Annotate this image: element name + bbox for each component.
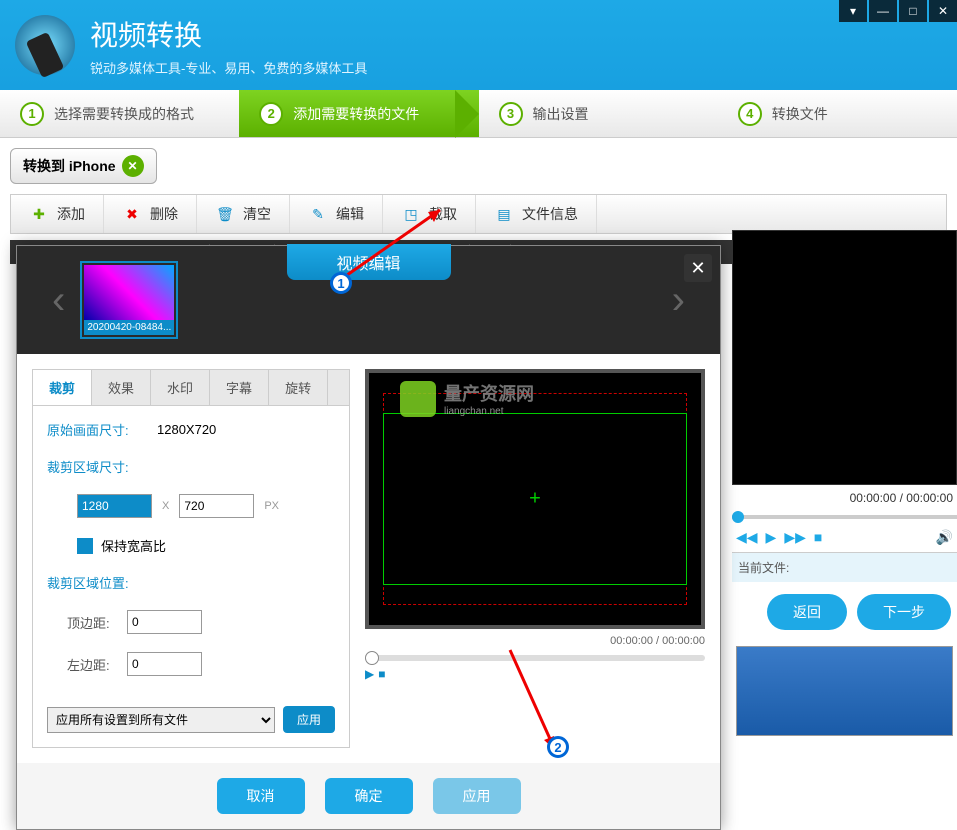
dialog-close-button[interactable]: ✕ — [684, 254, 712, 282]
stop-icon[interactable]: ■ — [378, 667, 385, 681]
crop-panel: 原始画面尺寸: 1280X720 裁剪区域尺寸: X PX 保持宽高比 裁剪区域… — [32, 406, 350, 748]
step-2[interactable]: 2添加需要转换的文件 — [239, 90, 478, 137]
watermark-icon — [400, 381, 436, 417]
app-logo-icon — [15, 15, 75, 75]
minimize-icon[interactable]: — — [869, 0, 897, 22]
video-preview — [732, 230, 957, 485]
step-3[interactable]: 3输出设置 — [479, 90, 718, 137]
cancel-button[interactable]: 取消 — [217, 778, 305, 814]
orig-size-label: 原始画面尺寸: — [47, 420, 157, 439]
play-icon[interactable]: ▶ — [766, 529, 777, 546]
app-header: 视频转换 锐动多媒体工具-专业、易用、免费的多媒体工具 ▾ — □ ✕ — [0, 0, 957, 90]
next-button[interactable]: 下一步 — [857, 594, 951, 630]
maximize-icon[interactable]: □ — [899, 0, 927, 22]
tab-subtitle[interactable]: 字幕 — [210, 370, 269, 405]
annotation-2: 2 — [547, 736, 569, 758]
play-icon[interactable]: ▶ — [365, 667, 374, 681]
preview-thumbnail — [736, 646, 953, 736]
rewind-icon[interactable]: ◀◀ — [736, 529, 758, 546]
preview-panel: 00:00:00 / 00:00:00 ◀◀ ▶ ▶▶ ■ 🔊 当前文件: 返回… — [732, 230, 957, 740]
edit-tabs: 裁剪 效果 水印 字幕 旋转 — [32, 369, 350, 406]
dialog-buttons: 取消 确定 应用 — [17, 763, 720, 829]
top-margin-label: 顶边距: — [67, 613, 127, 632]
video-time: 00:00:00 / 00:00:00 — [732, 485, 957, 511]
close-icon[interactable]: ✕ — [929, 0, 957, 22]
dropdown-icon[interactable]: ▾ — [839, 0, 867, 22]
aspect-ratio-checkbox[interactable] — [77, 538, 93, 554]
video-seek[interactable] — [732, 515, 957, 519]
delete-icon: ✖ — [122, 204, 142, 224]
app-title: 视频转换 — [90, 14, 367, 54]
video-seek-knob[interactable] — [732, 511, 744, 523]
aspect-label: 保持宽高比 — [101, 536, 166, 555]
apply-settings-button[interactable]: 应用 — [283, 706, 335, 733]
top-margin-input[interactable] — [127, 610, 202, 634]
crop-size-label: 裁剪区域尺寸: — [47, 457, 157, 476]
tab-crop[interactable]: 裁剪 — [33, 370, 92, 405]
plus-icon: ✚ — [29, 204, 49, 224]
clear-button[interactable]: 🗑清空 — [197, 195, 290, 233]
video-edit-dialog: 视频编辑 ✕ ‹ 20200420-08484... › 裁剪 效果 水印 字幕… — [16, 245, 721, 830]
orig-size-value: 1280X720 — [157, 422, 216, 437]
left-margin-label: 左边距: — [67, 655, 127, 674]
window-controls: ▾ — □ ✕ — [837, 0, 957, 22]
stop-icon[interactable]: ■ — [814, 529, 822, 546]
file-toolbar: ✚添加 ✖删除 🗑清空 ✎编辑 ◳截取 ▤文件信息 — [10, 194, 947, 234]
edit-icon: ✎ — [308, 204, 328, 224]
back-button[interactable]: 返回 — [767, 594, 847, 630]
wizard-steps: 1选择需要转换成的格式 2添加需要转换的文件 3输出设置 4转换文件 — [0, 90, 957, 138]
annotation-1: 1 — [330, 272, 352, 294]
convert-to-button[interactable]: 转换到 iPhone ✕ — [10, 148, 157, 184]
wrench-icon: ✕ — [122, 155, 144, 177]
apply-scope-select[interactable]: 应用所有设置到所有文件 — [47, 707, 275, 733]
crop-pos-label: 裁剪区域位置: — [47, 573, 157, 592]
app-subtitle: 锐动多媒体工具-专业、易用、免费的多媒体工具 — [90, 58, 367, 77]
info-button[interactable]: ▤文件信息 — [476, 195, 597, 233]
add-button[interactable]: ✚添加 — [11, 195, 104, 233]
crop-width-input[interactable] — [77, 494, 152, 518]
step-4[interactable]: 4转换文件 — [718, 90, 957, 137]
volume-icon[interactable]: 🔊 — [936, 529, 953, 546]
prev-thumb-button[interactable]: ‹ — [37, 278, 80, 323]
seek-knob[interactable] — [365, 651, 379, 665]
next-thumb-button[interactable]: › — [657, 278, 700, 323]
forward-icon[interactable]: ▶▶ — [784, 529, 806, 546]
tab-effect[interactable]: 效果 — [92, 370, 151, 405]
site-watermark: 量产资源网 liangchan.net — [400, 380, 534, 417]
thumbnail-image — [84, 265, 174, 320]
thumbnail[interactable]: 20200420-08484... — [80, 261, 178, 339]
crosshair-icon: + — [529, 488, 541, 511]
tab-watermark[interactable]: 水印 — [151, 370, 210, 405]
trash-icon: 🗑 — [215, 204, 235, 224]
tab-rotate[interactable]: 旋转 — [269, 370, 328, 405]
step-1[interactable]: 1选择需要转换成的格式 — [0, 90, 239, 137]
left-margin-input[interactable] — [127, 652, 202, 676]
info-icon: ▤ — [494, 204, 514, 224]
apply-button[interactable]: 应用 — [433, 778, 521, 814]
ok-button[interactable]: 确定 — [325, 778, 413, 814]
convert-target-row: 转换到 iPhone ✕ — [0, 138, 957, 194]
crop-height-input[interactable] — [179, 494, 254, 518]
current-file-label: 当前文件: — [732, 552, 957, 582]
delete-button[interactable]: ✖删除 — [104, 195, 197, 233]
